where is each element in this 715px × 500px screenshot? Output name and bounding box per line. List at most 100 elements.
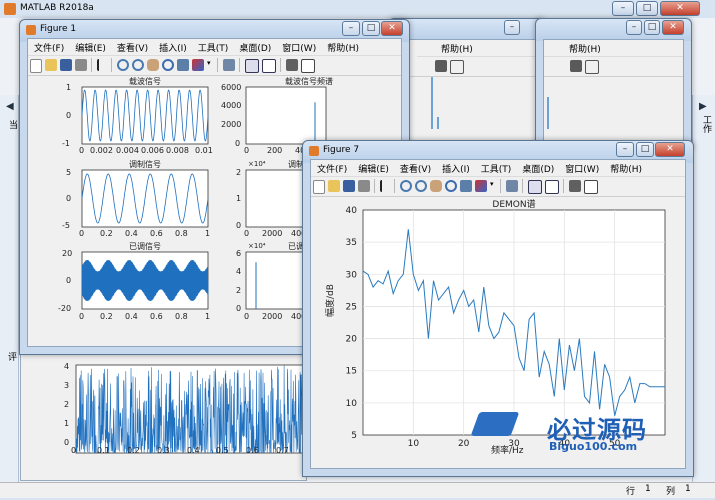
fig7-print-icon[interactable] — [358, 180, 370, 192]
fig7-menu-insert[interactable]: 插入(I) — [436, 160, 475, 175]
menu-file[interactable]: 文件(F) — [28, 39, 69, 54]
fig7-menu-file[interactable]: 文件(F) — [311, 160, 352, 175]
fig7-menu-help[interactable]: 帮助(H) — [604, 160, 647, 175]
hide-tools-icon[interactable] — [286, 59, 298, 71]
watermark-url: Biguo100.com — [549, 440, 638, 453]
fig7-menu-edit[interactable]: 编辑(E) — [352, 160, 394, 175]
right-arrow-icon[interactable]: ▶ — [699, 101, 707, 112]
fig7-brush-dropdown-icon[interactable]: ▾ — [490, 180, 496, 192]
open-folder-icon[interactable] — [45, 59, 57, 71]
figure1-maximize-button[interactable]: □ — [362, 21, 380, 36]
bottom-xtick-7: 0.7 — [276, 446, 289, 455]
bg2-figure-canvas — [544, 77, 683, 141]
menu-help[interactable]: 帮助(H) — [321, 39, 364, 54]
sp1-ytick-1: 1 — [66, 83, 72, 92]
bottom-ytick-4: 4 — [64, 362, 70, 371]
menu-window[interactable]: 窗口(W) — [276, 39, 321, 54]
demon-ytick-label: 25 — [346, 302, 357, 312]
bottom-ytick-1: 1 — [64, 419, 70, 428]
fig7-colorbar-icon[interactable] — [528, 180, 542, 194]
pointer-icon[interactable] — [97, 59, 107, 71]
print-icon[interactable] — [75, 59, 87, 71]
fig7-menu-desktop[interactable]: 桌面(D) — [516, 160, 559, 175]
bg2-menu-help[interactable]: 帮助(H) — [544, 40, 606, 55]
demon-ylabel: 幅度/dB — [326, 284, 336, 317]
fig7-menu-view[interactable]: 查看(V) — [394, 160, 436, 175]
sp4-xtick-0: 0 — [244, 229, 250, 238]
sp3-ytick-0: 0 — [66, 194, 72, 203]
demon-xtick-label: 10 — [408, 439, 420, 449]
back-arrow-icon[interactable]: ◀ — [6, 101, 14, 112]
fig7-menu-window[interactable]: 窗口(W) — [559, 160, 604, 175]
save-icon[interactable] — [60, 59, 72, 71]
colorbar-icon[interactable] — [245, 59, 259, 73]
rotate-3d-icon[interactable] — [162, 59, 174, 71]
subplot2-title: 载波信号频谱 — [285, 77, 333, 86]
background-figure-window[interactable]: – 帮助(H) — [388, 18, 545, 150]
brush-dropdown-icon[interactable]: ▾ — [207, 59, 213, 71]
menu-view[interactable]: 查看(V) — [111, 39, 153, 54]
legend-icon[interactable] — [262, 59, 276, 73]
fig7-legend-icon[interactable] — [545, 180, 559, 194]
link-plot-icon[interactable] — [223, 59, 235, 71]
menu-desktop[interactable]: 桌面(D) — [233, 39, 276, 54]
status-row-value: 1 — [645, 484, 651, 494]
demon-ytick-label: 30 — [346, 270, 358, 280]
pan-hand-icon[interactable] — [147, 59, 159, 71]
bg-tool-icon-2[interactable] — [450, 60, 464, 74]
matlab-left-strip — [0, 95, 19, 485]
figure7-close-button[interactable]: ✕ — [655, 142, 685, 157]
bg2-figure-toolbar — [544, 57, 683, 77]
matlab-close-button[interactable]: ✕ — [660, 1, 700, 16]
data-cursor-icon[interactable] — [177, 59, 189, 71]
bg2-tool-icon-2[interactable] — [585, 60, 599, 74]
bg2-figure-close-button[interactable]: ✕ — [662, 20, 684, 35]
bg-tool-icon[interactable] — [435, 60, 447, 72]
fig7-show-tools-icon[interactable] — [584, 180, 598, 194]
bg2-figure-minimize-button[interactable]: – — [626, 20, 642, 35]
demon-ytick-label: 10 — [346, 399, 358, 409]
menu-tools[interactable]: 工具(T) — [192, 39, 234, 54]
new-figure-icon[interactable] — [30, 59, 42, 73]
sp4-exponent: ×10⁴ — [248, 160, 266, 168]
fig7-save-icon[interactable] — [343, 180, 355, 192]
background-figure-window-2[interactable]: – □ ✕ 帮助(H) — [535, 18, 692, 150]
menu-edit[interactable]: 编辑(E) — [69, 39, 111, 54]
fig7-menu-tools[interactable]: 工具(T) — [475, 160, 517, 175]
zoom-in-icon[interactable] — [117, 59, 129, 71]
bg-figure-menubar: 帮助(H) — [417, 40, 536, 57]
fig7-new-figure-icon[interactable] — [313, 180, 325, 194]
fig7-zoom-out-icon[interactable] — [415, 180, 427, 192]
figure1-minimize-button[interactable]: – — [342, 21, 360, 36]
matlab-logo-icon — [4, 3, 16, 15]
bg-spectrum-line-2 — [437, 117, 439, 129]
fig7-pan-hand-icon[interactable] — [430, 180, 442, 192]
sp6-ytick-4: 4 — [236, 267, 242, 276]
show-tools-icon[interactable] — [301, 59, 315, 73]
zoom-out-icon[interactable] — [132, 59, 144, 71]
figure7-maximize-button[interactable]: □ — [636, 142, 654, 157]
fig7-open-folder-icon[interactable] — [328, 180, 340, 192]
fig7-rotate-3d-icon[interactable] — [445, 180, 457, 192]
figure7-minimize-button[interactable]: – — [616, 142, 634, 157]
matlab-minimize-button[interactable]: – — [612, 1, 634, 16]
fig7-zoom-in-icon[interactable] — [400, 180, 412, 192]
matlab-maximize-button[interactable]: □ — [636, 1, 658, 16]
bg2-figure-maximize-button[interactable]: □ — [644, 20, 660, 35]
fig7-pointer-icon[interactable] — [380, 180, 390, 192]
matlab-title: MATLAB R2018a — [20, 3, 94, 13]
fig7-link-plot-icon[interactable] — [506, 180, 518, 192]
bg-menu-help[interactable]: 帮助(H) — [417, 40, 478, 55]
brush-icon[interactable] — [192, 59, 204, 71]
sp2-xtick-1: 200 — [267, 146, 283, 155]
bg-figure-toolbar — [397, 57, 536, 77]
bg-figure-minimize-button[interactable]: – — [504, 20, 520, 35]
fig7-brush-icon[interactable] — [475, 180, 487, 192]
sp5-xtick-5: 1 — [205, 312, 211, 321]
fig7-data-cursor-icon[interactable] — [460, 180, 472, 192]
sp4-ytick-1: 1 — [236, 194, 242, 203]
menu-insert[interactable]: 插入(I) — [153, 39, 192, 54]
figure1-close-button[interactable]: ✕ — [381, 21, 403, 36]
bg2-tool-icon[interactable] — [570, 60, 582, 72]
fig7-hide-tools-icon[interactable] — [569, 180, 581, 192]
